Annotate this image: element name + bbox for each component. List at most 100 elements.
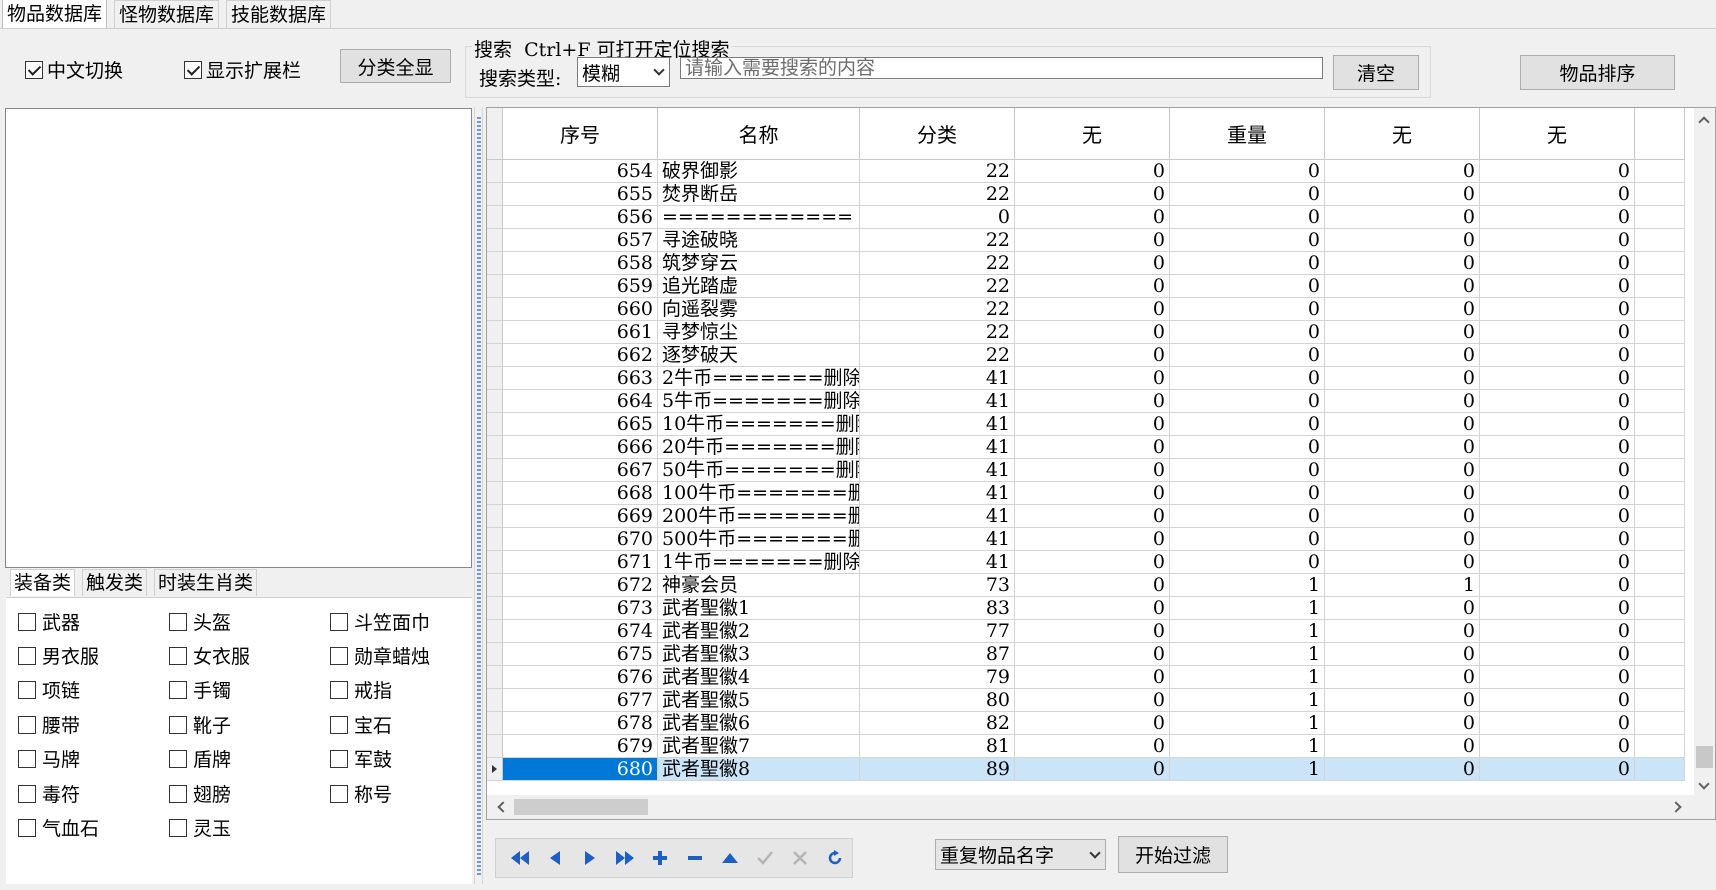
table-cell[interactable]: 0: [1480, 459, 1635, 482]
table-cell[interactable]: 10牛币=======删除: [658, 413, 860, 436]
table-cell[interactable]: 41: [860, 413, 1015, 436]
table-row[interactable]: 663 2牛币=======删除 41 0 0 0 0: [487, 367, 1687, 390]
chinese-toggle-checkbox[interactable]: 中文切换: [25, 56, 123, 83]
vertical-scroll-thumb[interactable]: [1696, 746, 1713, 768]
table-cell[interactable]: 22: [860, 183, 1015, 206]
table-row[interactable]: 670500牛币=======删除410000: [487, 528, 1687, 551]
table-cell[interactable]: 0: [1325, 160, 1480, 183]
table-cell[interactable]: 0: [1015, 712, 1170, 735]
column-header[interactable]: 重量: [1170, 108, 1325, 160]
table-cell[interactable]: 0: [1480, 620, 1635, 643]
table-cell[interactable]: 664: [503, 390, 658, 413]
table-cell[interactable]: 0: [1480, 206, 1635, 229]
table-cell[interactable]: 672: [503, 574, 658, 597]
table-cell[interactable]: 0: [1480, 160, 1635, 183]
tab-fashion-zodiac[interactable]: 时装生肖类: [154, 569, 258, 596]
scroll-down-icon[interactable]: [1698, 778, 1710, 790]
row-indicator[interactable]: [487, 229, 503, 252]
table-cell[interactable]: 0: [1015, 229, 1170, 252]
table-cell[interactable]: 0: [1015, 528, 1170, 551]
show-all-categories-button[interactable]: 分类全显: [340, 49, 451, 83]
table-cell[interactable]: 667: [503, 459, 658, 482]
category-tree[interactable]: [5, 108, 472, 568]
table-cell[interactable]: 0: [1015, 620, 1170, 643]
table-cell[interactable]: 20牛币=======删除: [658, 436, 860, 459]
table-cell[interactable]: 200牛币=======删除: [658, 505, 860, 528]
table-cell[interactable]: 50牛币=======删除: [658, 459, 860, 482]
table-cell[interactable]: 0: [1170, 298, 1325, 321]
column-header[interactable]: 分类: [860, 108, 1015, 160]
table-cell[interactable]: 0: [1325, 689, 1480, 712]
table-cell[interactable]: 665: [503, 413, 658, 436]
table-cell[interactable]: 0: [1325, 712, 1480, 735]
table-cell[interactable]: 0: [1325, 390, 1480, 413]
scroll-left-icon[interactable]: [497, 801, 509, 813]
table-cell[interactable]: 0: [1480, 666, 1635, 689]
table-cell[interactable]: 0: [1170, 206, 1325, 229]
table-cell[interactable]: 22: [860, 275, 1015, 298]
insert-icon[interactable]: [642, 840, 677, 876]
tab-monster-db[interactable]: 怪物数据库: [114, 0, 220, 28]
prior-icon[interactable]: [537, 840, 572, 876]
table-cell[interactable]: 1: [1170, 735, 1325, 758]
table-cell[interactable]: 0: [1325, 735, 1480, 758]
tab-equipment[interactable]: 装备类: [10, 569, 76, 596]
table-cell[interactable]: 654: [503, 160, 658, 183]
table-row[interactable]: 667 50牛币=======删除 41 0 0 0 0: [487, 459, 1687, 482]
table-cell[interactable]: 81: [860, 735, 1015, 758]
table-cell[interactable]: 0: [1325, 183, 1480, 206]
table-row[interactable]: 676 武者聖徽4 79 0 1 0 0: [487, 666, 1687, 689]
row-indicator[interactable]: [487, 390, 503, 413]
table-cell[interactable]: 659: [503, 275, 658, 298]
column-header[interactable]: 无: [1480, 108, 1635, 160]
table-cell[interactable]: 674: [503, 620, 658, 643]
table-cell[interactable]: 追光踏虚: [658, 275, 860, 298]
cancel-icon[interactable]: [782, 840, 817, 876]
row-indicator[interactable]: [487, 666, 503, 689]
current-row-indicator-icon[interactable]: [487, 758, 503, 781]
table-cell[interactable]: 678: [503, 712, 658, 735]
table-cell[interactable]: 500牛币=======删除: [658, 528, 860, 551]
row-indicator[interactable]: [487, 160, 503, 183]
table-row[interactable]: 677 武者聖徽5 80 0 1 0 0: [487, 689, 1687, 712]
category-checkbox[interactable]: 军鼓: [330, 745, 392, 772]
column-header[interactable]: 无: [1325, 108, 1480, 160]
column-header[interactable]: 序号: [503, 108, 658, 160]
table-cell[interactable]: 0: [1325, 436, 1480, 459]
table-cell[interactable]: 破界御影: [658, 160, 860, 183]
table-cell[interactable]: 655: [503, 183, 658, 206]
table-cell[interactable]: 73: [860, 574, 1015, 597]
table-row[interactable]: 671 1牛币=======删除 41 0 0 0 0: [487, 551, 1687, 574]
table-cell[interactable]: 0: [1325, 229, 1480, 252]
table-cell[interactable]: 100牛币=======删除: [658, 482, 860, 505]
table-cell[interactable]: 武者聖徽8: [658, 758, 860, 781]
table-cell[interactable]: 0: [1170, 344, 1325, 367]
row-indicator[interactable]: [487, 344, 503, 367]
post-icon[interactable]: [747, 840, 782, 876]
table-cell[interactable]: 寻梦惊尘: [658, 321, 860, 344]
table-cell[interactable]: 41: [860, 505, 1015, 528]
table-cell[interactable]: 0: [1170, 482, 1325, 505]
table-cell[interactable]: 677: [503, 689, 658, 712]
table-cell[interactable]: 669: [503, 505, 658, 528]
table-cell[interactable]: 87: [860, 643, 1015, 666]
table-cell[interactable]: 寻途破晓: [658, 229, 860, 252]
table-cell[interactable]: 656: [503, 206, 658, 229]
table-cell[interactable]: 0: [1015, 160, 1170, 183]
table-cell[interactable]: 680: [503, 758, 658, 781]
table-cell[interactable]: 0: [1015, 459, 1170, 482]
row-indicator[interactable]: [487, 620, 503, 643]
table-cell[interactable]: 0: [1170, 528, 1325, 551]
category-checkbox[interactable]: 女衣服: [169, 642, 250, 669]
row-indicator[interactable]: [487, 735, 503, 758]
table-cell[interactable]: 0: [1480, 183, 1635, 206]
row-indicator[interactable]: [487, 643, 503, 666]
category-checkbox[interactable]: 称号: [330, 780, 392, 807]
table-cell[interactable]: 0: [1170, 229, 1325, 252]
table-cell[interactable]: 筑梦穿云: [658, 252, 860, 275]
horizontal-scrollbar[interactable]: [487, 795, 1715, 819]
table-cell[interactable]: 0: [1325, 758, 1480, 781]
row-indicator[interactable]: [487, 505, 503, 528]
row-indicator[interactable]: [487, 574, 503, 597]
table-cell[interactable]: 0: [1480, 528, 1635, 551]
